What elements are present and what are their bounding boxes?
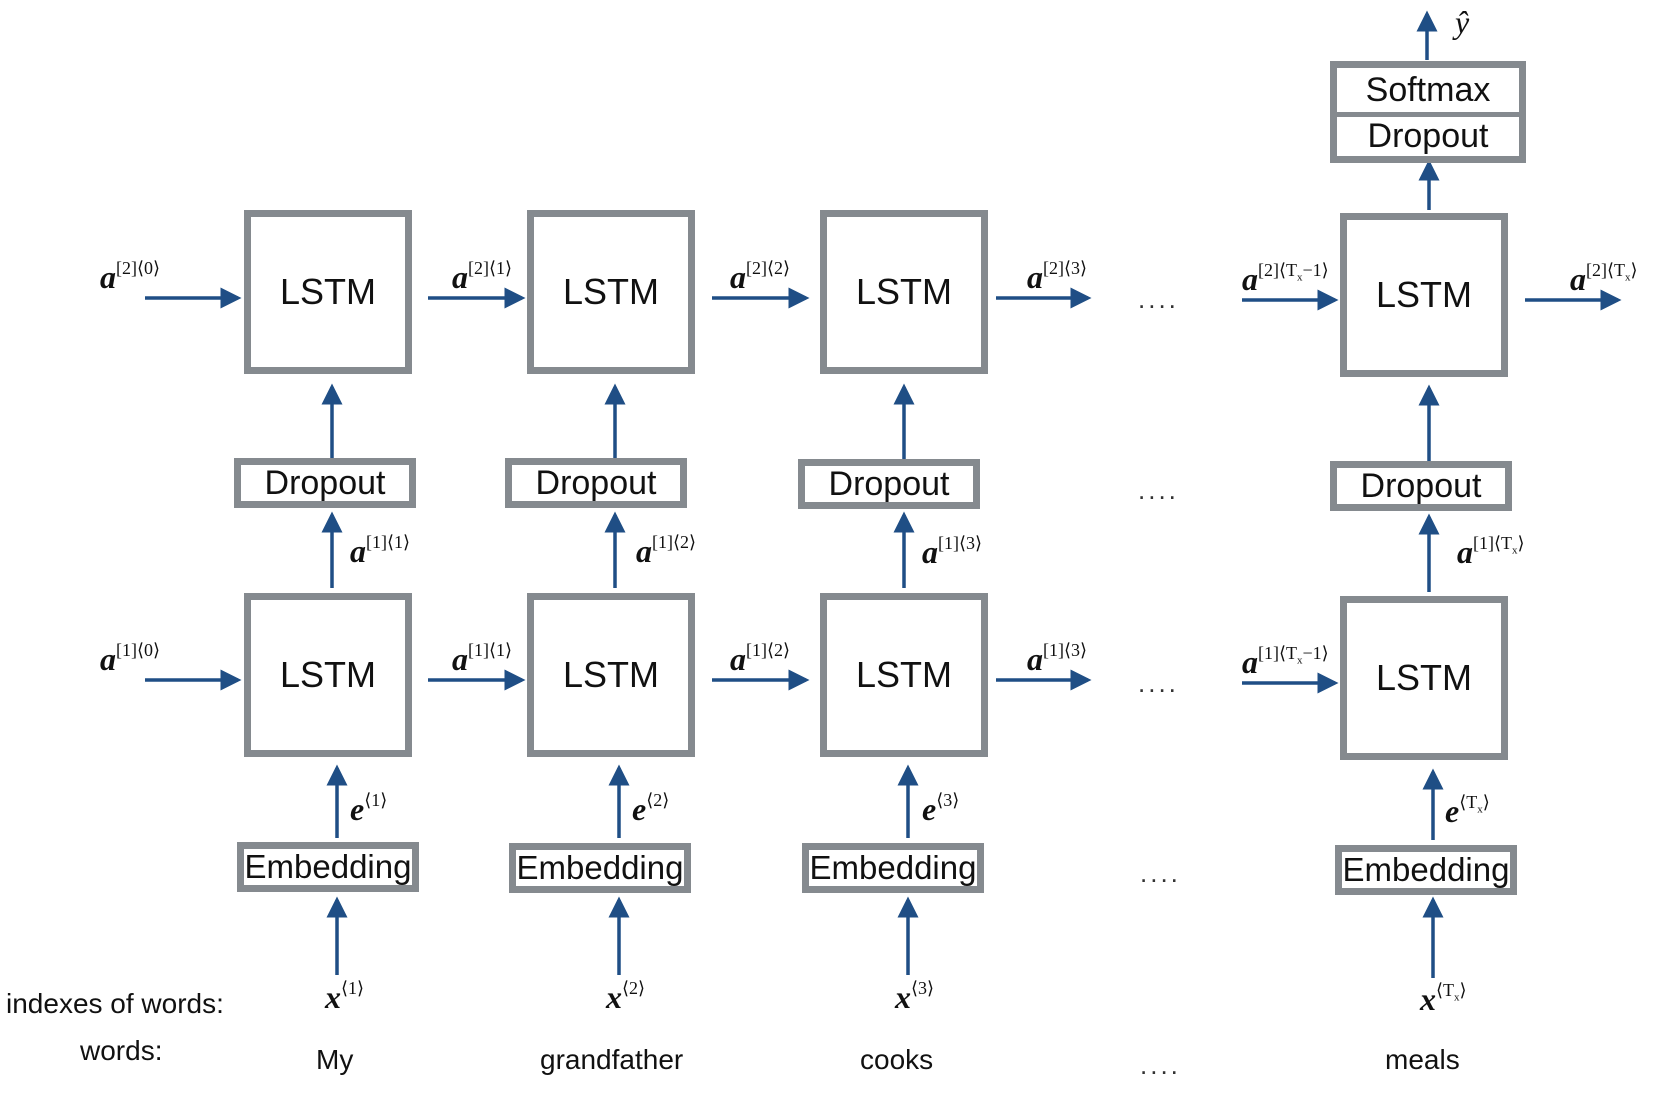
lstm-layer2-t3: LSTM <box>820 210 988 374</box>
label-x-tx: x⟨Tx⟩ <box>1420 980 1467 1017</box>
ellipsis-dropout: .... <box>1138 475 1179 505</box>
embedding-t2: Embedding <box>509 843 691 893</box>
embedding-t3: Embedding <box>802 843 984 893</box>
label-a1-0: a[1]⟨0⟩ <box>100 640 161 677</box>
row-label-words: words: <box>80 1035 163 1066</box>
label-a1-1: a[1]⟨1⟩ <box>452 640 513 677</box>
word-3: cooks <box>860 1044 934 1075</box>
label-a1-out-2: a[1]⟨2⟩ <box>636 532 697 569</box>
label-a1-out-tx: a[1]⟨Tx⟩ <box>1457 533 1525 570</box>
label-e-2: e⟨2⟩ <box>632 790 670 827</box>
label-e-tx: e⟨Tx⟩ <box>1445 792 1490 829</box>
label-x-3: x⟨3⟩ <box>895 978 935 1015</box>
label-a2-2: a[2]⟨2⟩ <box>730 258 791 295</box>
label-a2-1: a[2]⟨1⟩ <box>452 258 513 295</box>
label-x-1: x⟨1⟩ <box>325 978 365 1015</box>
y-hat-label: ŷ <box>1455 4 1470 40</box>
label-e-1: e⟨1⟩ <box>350 790 388 827</box>
ellipsis-layer1: .... <box>1138 668 1179 698</box>
dropout-t1: Dropout <box>234 458 416 508</box>
label-e-3: e⟨3⟩ <box>922 790 960 827</box>
dropout-t3: Dropout <box>798 459 980 509</box>
lstm-layer2-tx: LSTM <box>1340 213 1508 377</box>
label-a1-out-1: a[1]⟨1⟩ <box>350 532 411 569</box>
label-a2-0: a[2]⟨0⟩ <box>100 258 161 295</box>
lstm-layer1-tx: LSTM <box>1340 596 1508 760</box>
ellipsis-layer2: .... <box>1138 284 1179 314</box>
embedding-tx: Embedding <box>1335 845 1517 895</box>
ellipsis-embedding: .... <box>1140 858 1181 888</box>
word-tx: meals <box>1385 1044 1460 1075</box>
label-a2-tx: a[2]⟨Tx⟩ <box>1570 260 1638 297</box>
label-a1-out-3: a[1]⟨3⟩ <box>922 533 983 570</box>
ellipsis-words: .... <box>1140 1050 1181 1080</box>
dropout-tx: Dropout <box>1330 461 1512 511</box>
arrows-layer <box>145 10 1622 978</box>
lstm-layer2-t1: LSTM <box>244 210 412 374</box>
label-a1-3: a[1]⟨3⟩ <box>1027 640 1088 677</box>
embedding-t1: Embedding <box>237 842 419 892</box>
word-2: grandfather <box>540 1044 684 1075</box>
lstm-layer1-t3: LSTM <box>820 593 988 757</box>
label-a1-2: a[1]⟨2⟩ <box>730 640 791 677</box>
row-label-indexes: indexes of words: <box>6 988 224 1019</box>
lstm-layer1-t1: LSTM <box>244 593 412 757</box>
label-a2-3: a[2]⟨3⟩ <box>1027 258 1088 295</box>
lstm-layer2-t2: LSTM <box>527 210 695 374</box>
word-1: My <box>316 1044 354 1075</box>
lstm-layer1-t2: LSTM <box>527 593 695 757</box>
label-a2-tm1: a[2]⟨Tx−1⟩ <box>1242 260 1329 297</box>
label-x-2: x⟨2⟩ <box>606 978 646 1015</box>
dropout-t2: Dropout <box>505 458 687 508</box>
label-a1-tm1: a[1]⟨Tx−1⟩ <box>1242 643 1329 680</box>
softmax-block: Softmax <box>1330 61 1526 116</box>
dropout-block-output: Dropout <box>1330 113 1526 163</box>
